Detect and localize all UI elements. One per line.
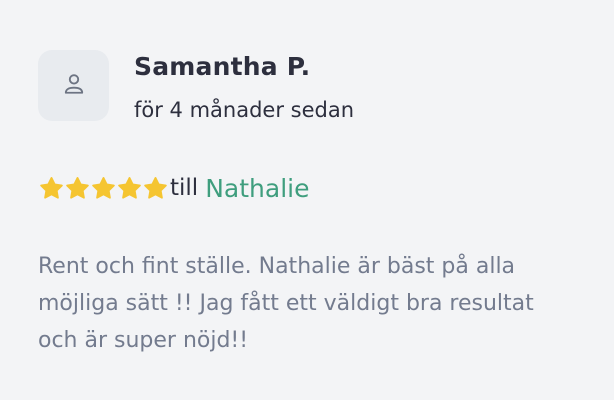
avatar (38, 50, 109, 121)
star-icon (92, 176, 115, 199)
review-card: Samantha P. för 4 månader sedan till Nat… (0, 0, 614, 400)
user-icon (60, 70, 88, 102)
reviewer-name: Samantha P. (134, 52, 311, 81)
star-icon (66, 176, 89, 199)
star-icon (118, 176, 141, 199)
review-text: Rent och fint ställe. Nathalie är bäst p… (38, 254, 534, 353)
star-icon (144, 176, 167, 199)
rating-prefix: till (170, 175, 199, 201)
rating-row: till Nathalie (38, 172, 309, 204)
star-rating (38, 175, 168, 202)
review-date: för 4 månader sedan (134, 98, 355, 122)
star-icon (40, 176, 63, 199)
rating-target-link[interactable]: Nathalie (205, 174, 309, 203)
